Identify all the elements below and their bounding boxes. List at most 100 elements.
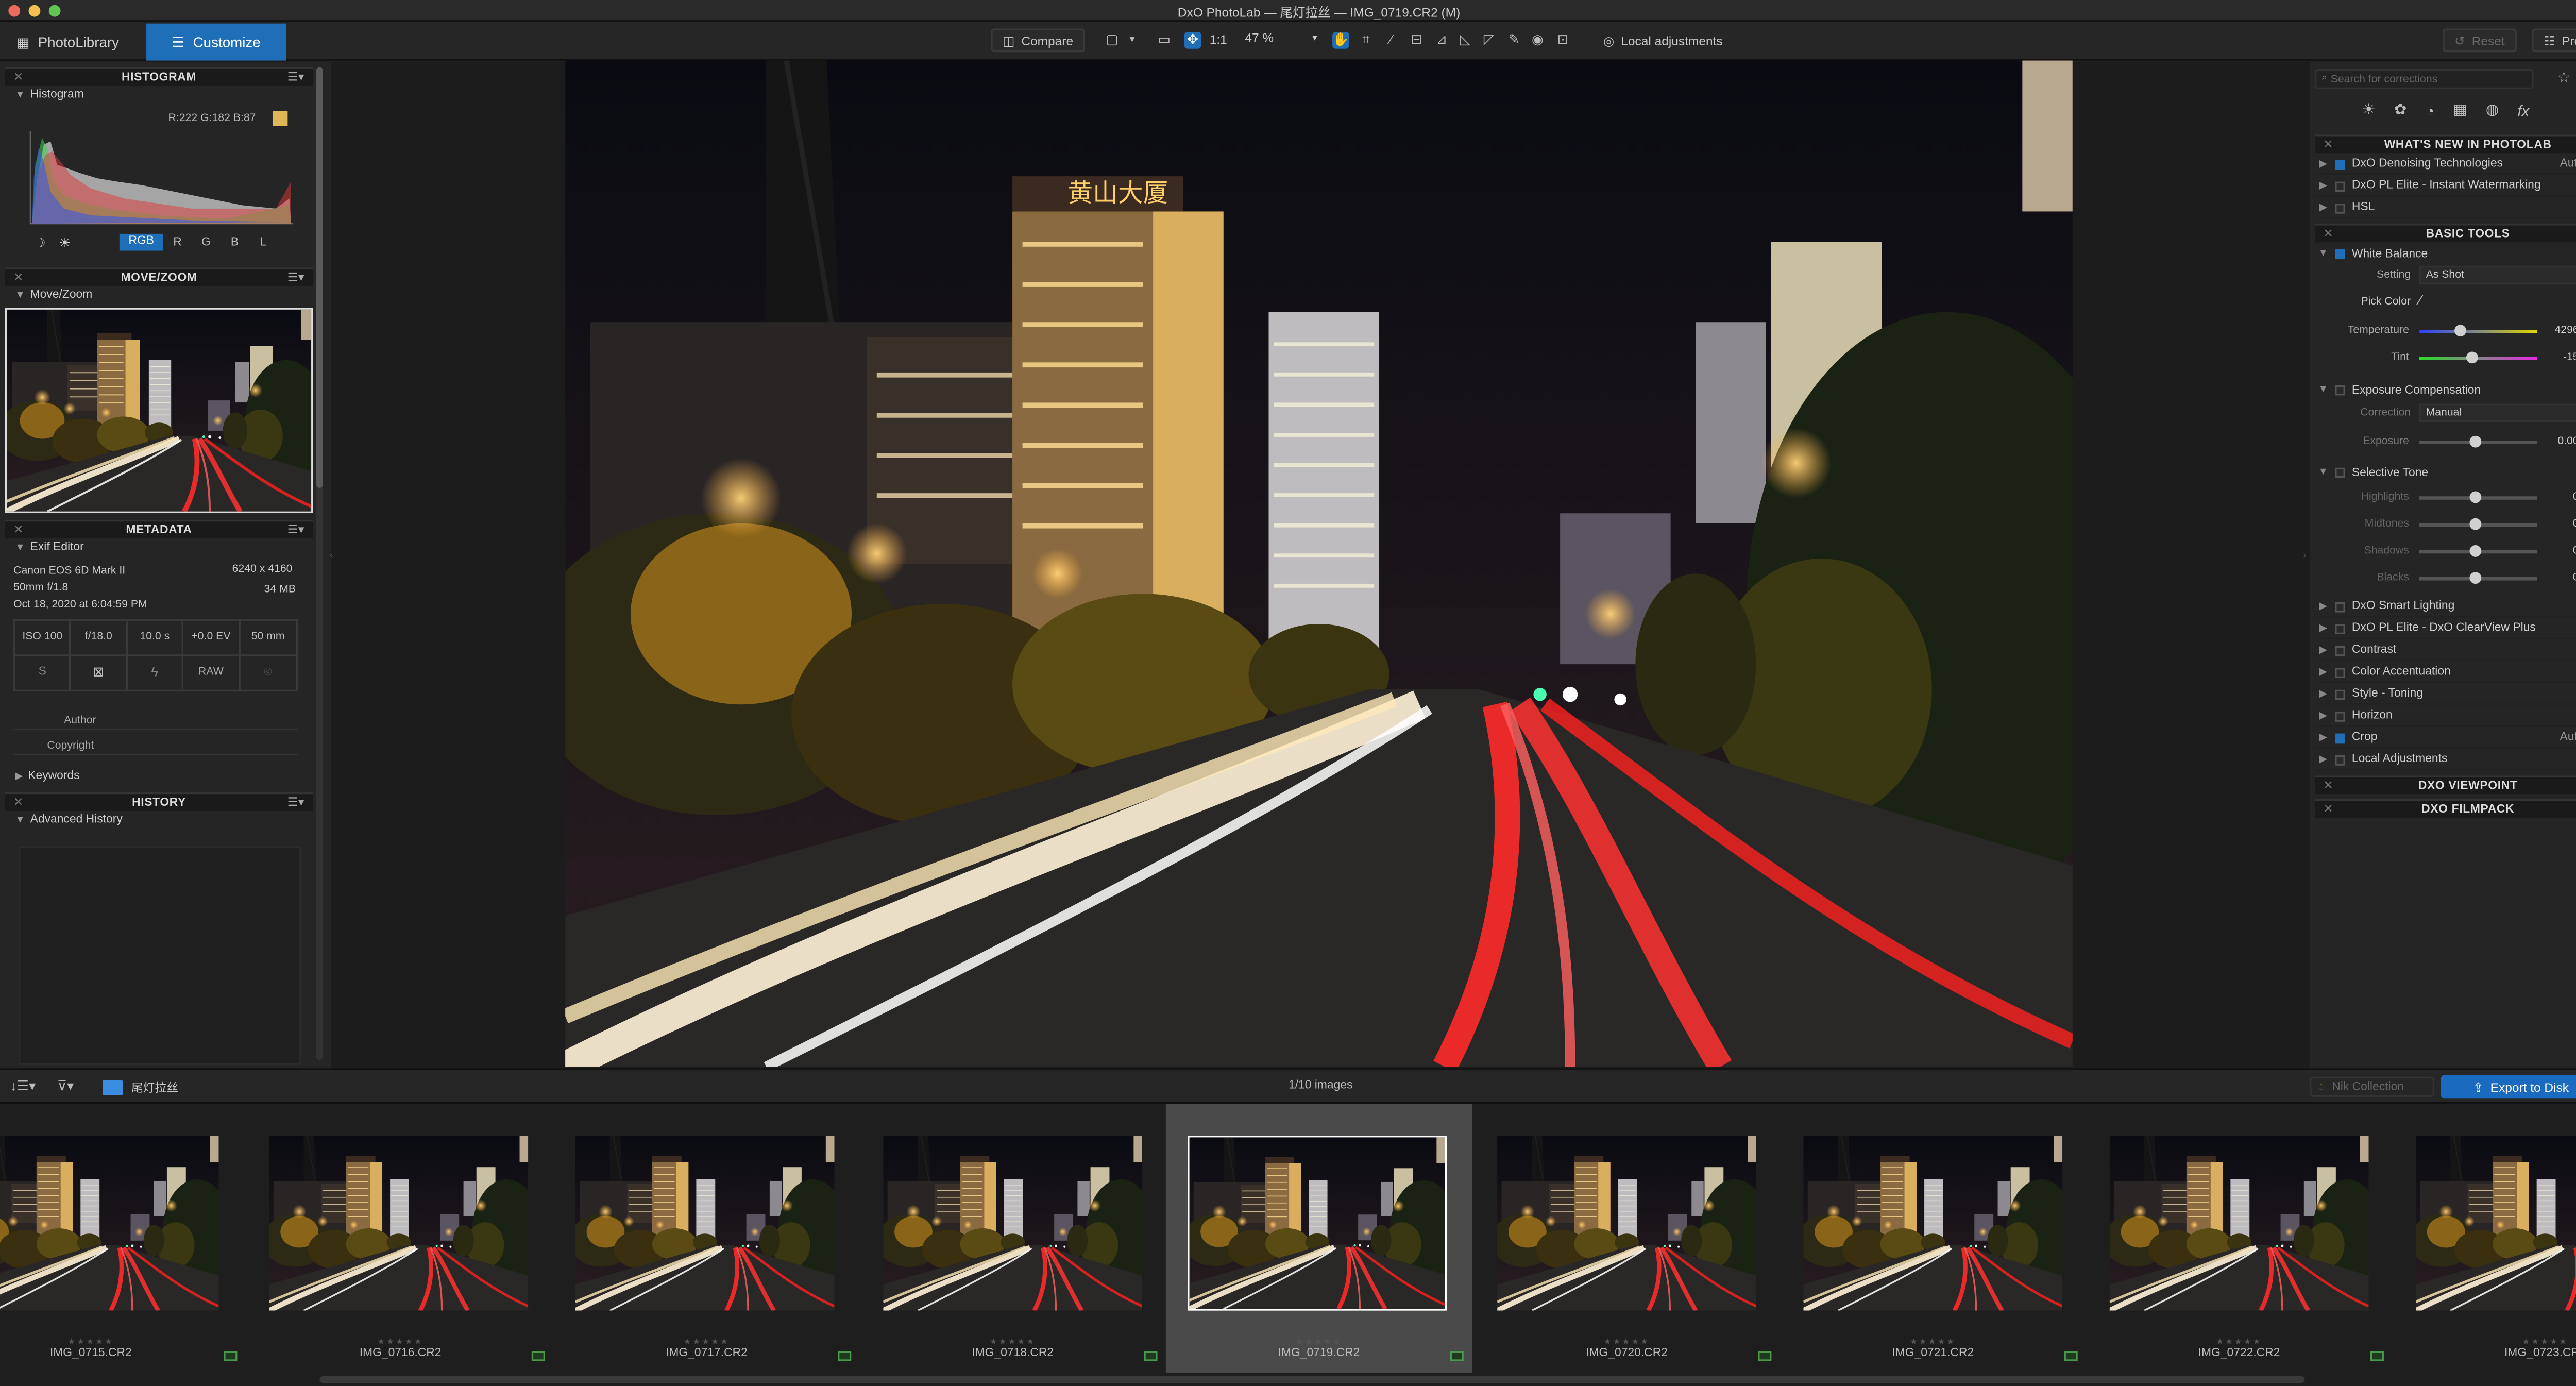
fit-screen-icon[interactable]: ▭ (1156, 32, 1173, 49)
channel-b[interactable]: B (221, 236, 249, 248)
red-eye-icon[interactable]: ⊡ (1554, 32, 1571, 49)
thumbnail-0723[interactable] (2416, 1136, 2576, 1311)
rating-stars[interactable]: ★★★★★ (860, 1338, 1166, 1348)
moon-icon[interactable]: ☽ (33, 235, 45, 250)
watermark-tab-icon[interactable]: ◍ (2486, 101, 2499, 120)
sort-icon[interactable]: ↓☰▾ (10, 1078, 36, 1093)
left-scrollbar[interactable] (316, 67, 323, 1060)
rating-stars[interactable]: ★★★★★ (0, 1338, 244, 1348)
shadows-knob[interactable] (2469, 545, 2482, 557)
chevron-down-icon[interactable]: ▼ (1124, 32, 1141, 49)
tool-contrast[interactable]: ▶Contrast☆ ↕ (2315, 641, 2576, 662)
tool-smart-lighting[interactable]: ▶DxO Smart Lighting☆ ↕ (2315, 597, 2576, 618)
search-corrections-field[interactable]: ⌕ Search for corrections (2315, 69, 2534, 90)
tool-local-adjustments[interactable]: ▶Local Adjustments☆ ↕ (2315, 750, 2576, 771)
crop-icon[interactable]: ⌗ (1358, 32, 1375, 49)
basic-tools-header[interactable]: ✕BASIC TOOLS☰▾ (2315, 224, 2576, 243)
channel-g[interactable]: G (192, 236, 221, 248)
rating-stars[interactable]: ★★★★★ (2392, 1338, 2576, 1348)
filmpack-header[interactable]: ✕DXO FILMPACK☰▾ (2315, 799, 2576, 818)
zoom-level-select[interactable]: 47 % ▼ (1245, 30, 1319, 50)
movezoom-header[interactable]: ✕ MOVE/ZOOM ☰▾ (5, 267, 313, 286)
collapse-right-icon[interactable]: › (2303, 552, 2307, 562)
reset-button[interactable]: ↺ Reset (2443, 28, 2517, 53)
filter-icon[interactable]: ⊽▾ (57, 1078, 74, 1093)
tool-denoising[interactable]: ▶DxO Denoising TechnologiesAuto☆ ↕ (2315, 155, 2576, 175)
nik-collection-button[interactable]: ◌ Nik Collection (2310, 1076, 2434, 1097)
keywords-subheader[interactable]: ▶ Keywords (5, 767, 80, 786)
sun-icon[interactable]: ☀ (59, 235, 71, 250)
distortion-icon[interactable]: ◸ (1480, 32, 1497, 49)
blacks-knob[interactable] (2469, 572, 2482, 584)
tint-knob[interactable] (2466, 351, 2478, 364)
light-tab-icon[interactable]: ☀ (2362, 101, 2375, 120)
repair-icon[interactable]: ✎ (1505, 32, 1522, 49)
tool-crop[interactable]: ▶CropAuto☆ ↕ (2315, 729, 2576, 749)
channel-r[interactable]: R (163, 236, 192, 248)
thumbnail-0715[interactable] (0, 1136, 218, 1311)
navigator-preview[interactable] (5, 308, 313, 513)
blacks-slider[interactable]: Blacks 0▲▼ (2315, 567, 2576, 590)
thumbnail-0716[interactable] (269, 1136, 528, 1311)
tool-exposure-comp[interactable]: ▼Exposure Compensation☆ ↕ (2315, 380, 2576, 400)
history-header[interactable]: ✕ HISTORY ☰▾ (5, 792, 313, 811)
rating-stars[interactable]: ★★★★★ (1780, 1338, 2086, 1348)
volume-icon[interactable]: ◺ (1457, 32, 1474, 49)
filmstrip-scrollbar[interactable] (319, 1376, 2305, 1383)
history-list[interactable] (18, 846, 301, 1065)
whatsnew-header[interactable]: ✕WHAT'S NEW IN PHOTOLAB☰▾ (2315, 134, 2576, 154)
author-field[interactable]: Author (13, 712, 298, 731)
horizon-icon[interactable]: ⊟ (1408, 32, 1425, 49)
thumbnail-0722[interactable] (2110, 1136, 2369, 1311)
histogram-header[interactable]: ✕ HISTOGRAM ☰▾ (5, 67, 313, 86)
thumbnail-0717[interactable] (575, 1136, 835, 1311)
main-photo[interactable]: 黄山大厦 (565, 61, 2073, 1067)
channel-l[interactable]: L (249, 236, 278, 248)
collapse-left-icon[interactable]: ‹ (330, 552, 333, 562)
detail-tab-icon[interactable]: ◔ (2425, 102, 2434, 119)
effects-tab-icon[interactable]: fx (2517, 102, 2529, 119)
rating-stars[interactable]: ★★★★★ (2086, 1338, 2392, 1348)
highlights-slider[interactable]: Highlights 0▲▼ (2315, 486, 2576, 510)
tint-slider[interactable]: Tint -15 ▲▼ (2315, 347, 2576, 370)
hand-tool-icon[interactable]: ✋ (1332, 32, 1349, 49)
advanced-history-subheader[interactable]: ▼ Advanced History (5, 811, 313, 830)
presets-button[interactable]: ☷ Presets (2532, 28, 2576, 53)
thumbnail-0719[interactable] (1188, 1136, 1447, 1311)
viewpoint-header[interactable]: ✕DXO VIEWPOINT☰▾ (2315, 775, 2576, 795)
temperature-slider[interactable]: Temperature 4296 ▲▼ (2315, 319, 2576, 343)
copyright-field[interactable]: Copyright (13, 737, 298, 756)
highlights-knob[interactable] (2469, 491, 2482, 503)
eyedropper-icon[interactable]: ⁄ (1383, 32, 1400, 49)
compare-button[interactable]: ◫ Compare (991, 28, 1085, 53)
exposure-knob[interactable] (2469, 435, 2482, 448)
movezoom-subheader[interactable]: ▼ Move/Zoom (5, 286, 313, 305)
shadows-slider[interactable]: Shadows 0▲▼ (2315, 540, 2576, 564)
rating-stars[interactable]: ★★★★★ (247, 1338, 553, 1348)
rating-stars[interactable]: ★★★★★ (1166, 1338, 1472, 1348)
wb-setting-select[interactable]: As Shot⇕ (2419, 265, 2576, 284)
tool-style-toning[interactable]: ▶Style - Toning☆ ↕ (2315, 685, 2576, 705)
channel-rgb[interactable]: RGB (119, 233, 163, 251)
tool-watermarking[interactable]: ▶DxO PL Elite - Instant Watermarking☆ ↕ (2315, 177, 2576, 197)
temperature-knob[interactable] (2454, 325, 2466, 337)
tool-color-accentuation[interactable]: ▶Color Accentuation☆ ↕ (2315, 663, 2576, 683)
tab-photolibrary[interactable]: ▦ PhotoLibrary (0, 24, 136, 61)
correction-select[interactable]: Manual⇕ (2419, 403, 2576, 422)
star-filter-icon[interactable]: ☆ (2557, 69, 2570, 88)
zoom-1to1-button[interactable]: 1:1 (1210, 32, 1227, 47)
thumbnail-0718[interactable] (883, 1136, 1142, 1311)
tool-selective-tone[interactable]: ▼Selective Tone☆ ↕ (2315, 463, 2576, 483)
rating-stars[interactable]: ★★★★★ (553, 1338, 859, 1348)
metadata-header[interactable]: ✕ METADATA ☰▾ (5, 519, 313, 538)
move-tool-icon[interactable]: ✥ (1184, 32, 1201, 49)
folder-name[interactable]: 尾灯拉丝 (131, 1080, 178, 1097)
local-adjustments-button[interactable]: ◎ Local adjustments (1593, 29, 1733, 53)
thumbnail-0720[interactable] (1497, 1136, 1756, 1311)
tool-clearview[interactable]: ▶DxO PL Elite - DxO ClearView Plus☆ ↕ (2315, 619, 2576, 639)
exposure-slider[interactable]: Exposure 0.00 ▲▼ (2315, 431, 2576, 454)
thumbnail-0721[interactable] (1803, 1136, 2062, 1311)
eyedropper-icon[interactable]: ⁄ (2419, 293, 2421, 308)
eye-icon[interactable]: ◉ (1529, 32, 1546, 49)
midtones-knob[interactable] (2469, 518, 2482, 530)
